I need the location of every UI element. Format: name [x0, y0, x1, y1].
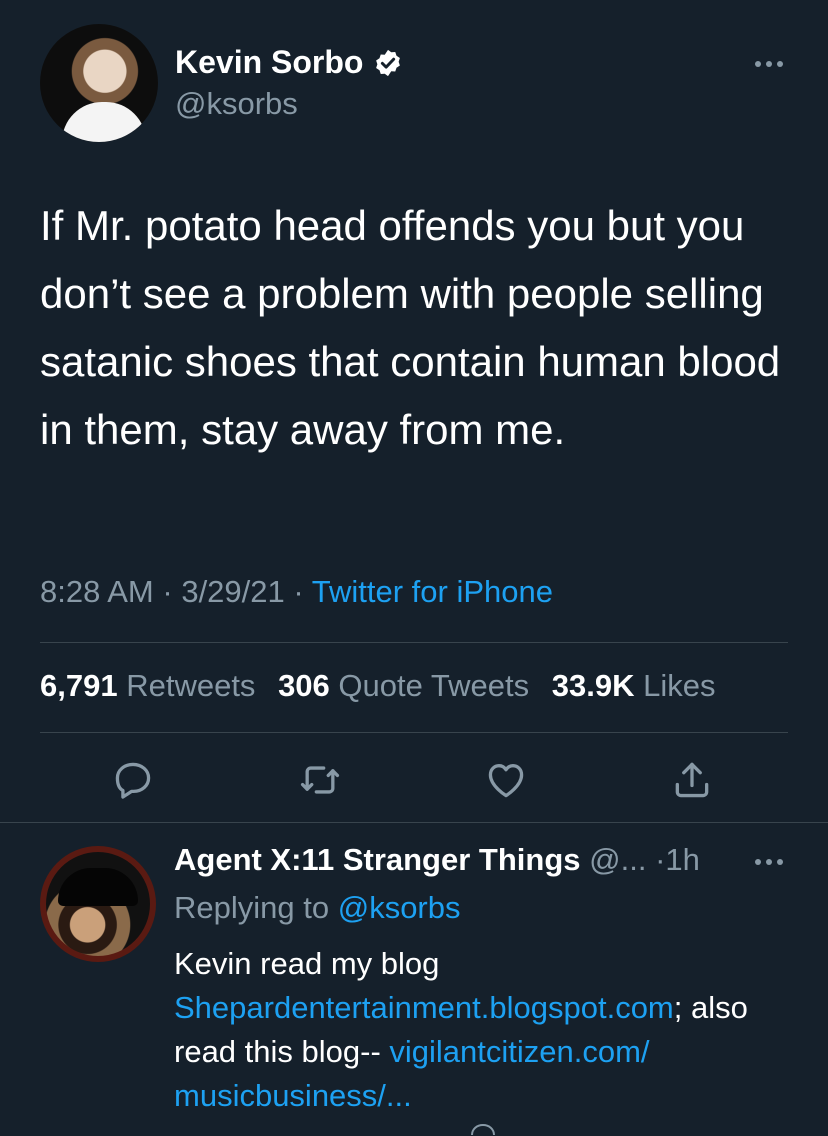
author-name[interactable]: Kevin Sorbo — [175, 44, 363, 81]
quotes-label: Quote Tweets — [338, 668, 530, 703]
reply-time: 1h — [665, 842, 700, 877]
reply-header: Agent X:11 Stranger Things @... ·1h — [174, 842, 700, 878]
reply-author-name[interactable]: Agent X:11 Stranger Things — [174, 842, 581, 877]
tweet-time: 8:28 AM — [40, 574, 154, 609]
divider — [40, 732, 788, 733]
tweet-source-link[interactable]: Twitter for iPhone — [312, 574, 553, 609]
quotes-count: 306 — [278, 668, 330, 703]
divider — [40, 642, 788, 643]
section-divider — [0, 822, 828, 823]
more-icon[interactable] — [752, 54, 786, 74]
tweet-date: 3/29/21 — [181, 574, 285, 609]
reply-author-handle[interactable]: @... — [589, 842, 646, 877]
reply-text-part1: Kevin read my blog — [174, 946, 440, 981]
replying-label: Replying to — [174, 890, 330, 925]
meta-separator: · — [162, 574, 173, 609]
likes-label: Likes — [643, 668, 716, 703]
quotes-stat[interactable]: 306 Quote Tweets — [278, 668, 529, 703]
likes-count: 33.9K — [551, 668, 635, 703]
reply-text: Kevin read my blog Shepardentertainment.… — [174, 942, 794, 1118]
reply-icon[interactable] — [111, 758, 155, 802]
like-icon[interactable] — [484, 758, 528, 802]
tweet-meta: 8:28 AM · 3/29/21 · Twitter for iPhone — [40, 574, 553, 610]
share-icon[interactable] — [670, 758, 714, 802]
verified-badge-icon — [376, 49, 401, 76]
likes-stat[interactable]: 33.9K Likes — [552, 668, 716, 703]
author-name-row: Kevin Sorbo — [175, 44, 403, 81]
retweets-count: 6,791 — [40, 668, 118, 703]
reply-more-icon[interactable] — [752, 852, 786, 872]
tweet-stats: 6,791 Retweets 306 Quote Tweets 33.9K Li… — [40, 668, 716, 704]
reply-separator: · — [655, 842, 666, 877]
retweets-stat[interactable]: 6,791 Retweets — [40, 668, 255, 703]
retweets-label: Retweets — [126, 668, 256, 703]
reply-author-avatar[interactable] — [40, 846, 156, 962]
replying-to-handle[interactable]: @ksorbs — [338, 890, 461, 925]
meta-separator: · — [293, 574, 304, 609]
tweet-text: If Mr. potato head offends you but you d… — [40, 202, 781, 453]
replying-to: Replying to @ksorbs — [174, 890, 461, 926]
reply-count-icon — [471, 1123, 495, 1136]
avatar-shirt — [62, 102, 146, 142]
author-handle[interactable]: @ksorbs — [175, 86, 298, 122]
reply-link-blog[interactable]: Shepardentertainment.blogspot.com — [174, 990, 674, 1025]
retweet-icon[interactable] — [298, 758, 342, 802]
author-avatar[interactable] — [40, 24, 158, 142]
